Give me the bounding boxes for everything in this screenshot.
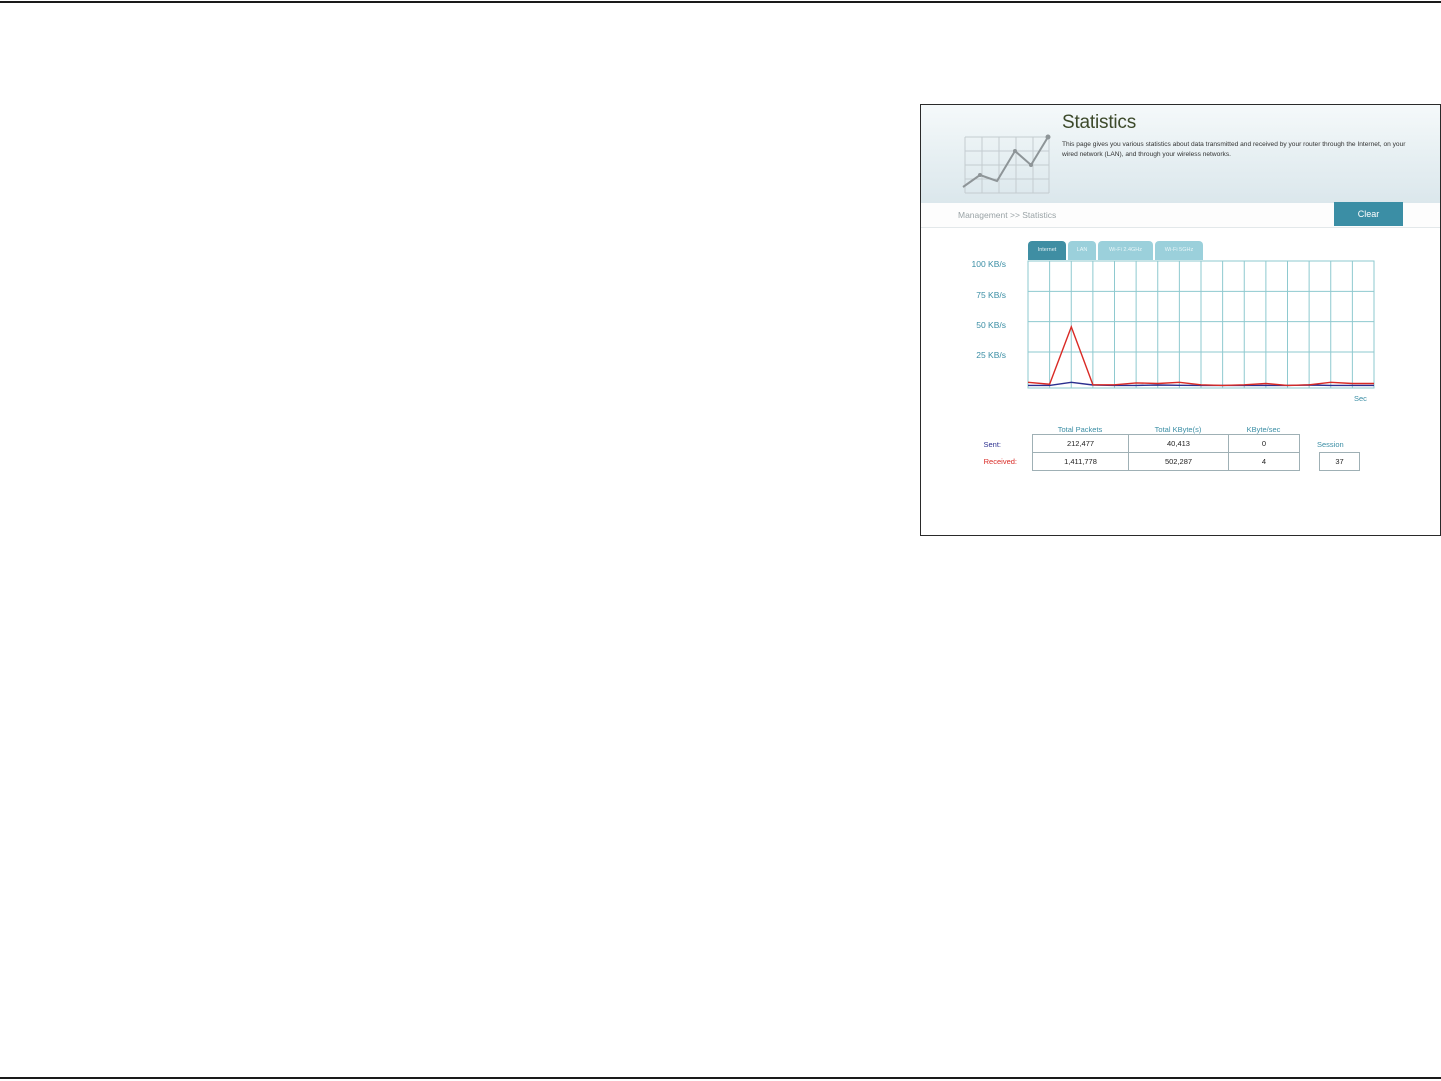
tab-wifi-5ghz[interactable]: Wi-Fi 5GHz [1155,241,1203,260]
table-cell: 0 [1228,434,1300,453]
table-row: 212,477 40,413 0 [1032,434,1300,453]
x-axis-label: Sec [1354,394,1367,403]
row-label-received: Received: [983,457,1017,466]
y-tick-label: 75 KB/s [976,290,1006,300]
y-tick-label: 25 KB/s [976,350,1006,360]
tab-lan[interactable]: LAN [1068,241,1096,260]
table-row: 1,411,778 502,287 4 [1032,452,1300,471]
column-header-total-packets: Total Packets [1057,425,1103,434]
statistics-table: 212,477 40,413 0 1,411,778 502,287 4 [1032,434,1300,471]
top-rule [0,1,1441,3]
traffic-chart [1027,260,1375,389]
y-tick-label: 100 KB/s [971,259,1007,269]
column-header-total-kbytes: Total KByte(s) [1154,425,1202,434]
breadcrumb: Management >> Statistics [958,210,1057,220]
page-header: Statistics This page gives you various s… [921,105,1440,203]
column-header-kbyte-sec: KByte/sec [1246,425,1281,434]
table-cell: 40,413 [1128,434,1229,453]
table-cell: 212,477 [1032,434,1129,453]
table-cell: 502,287 [1128,452,1229,471]
row-label-sent: Sent: [983,440,1001,449]
session-label: Session [1317,440,1344,449]
clear-button[interactable]: Clear [1334,202,1403,226]
page-title: Statistics [1062,112,1137,133]
y-tick-label: 50 KB/s [976,320,1006,330]
statistics-graph-icon [962,134,1051,194]
tab-wifi-2-4ghz[interactable]: Wi-Fi 2.4GHz [1098,241,1153,260]
bottom-rule [0,1077,1441,1079]
tab-internet[interactable]: Internet [1028,241,1066,260]
table-cell: 4 [1228,452,1300,471]
statistics-screenshot: Statistics This page gives you various s… [920,104,1441,536]
page-description: This page gives you various statistics a… [1062,141,1406,158]
table-cell: 1,411,778 [1032,452,1129,471]
session-value: 37 [1319,452,1360,471]
